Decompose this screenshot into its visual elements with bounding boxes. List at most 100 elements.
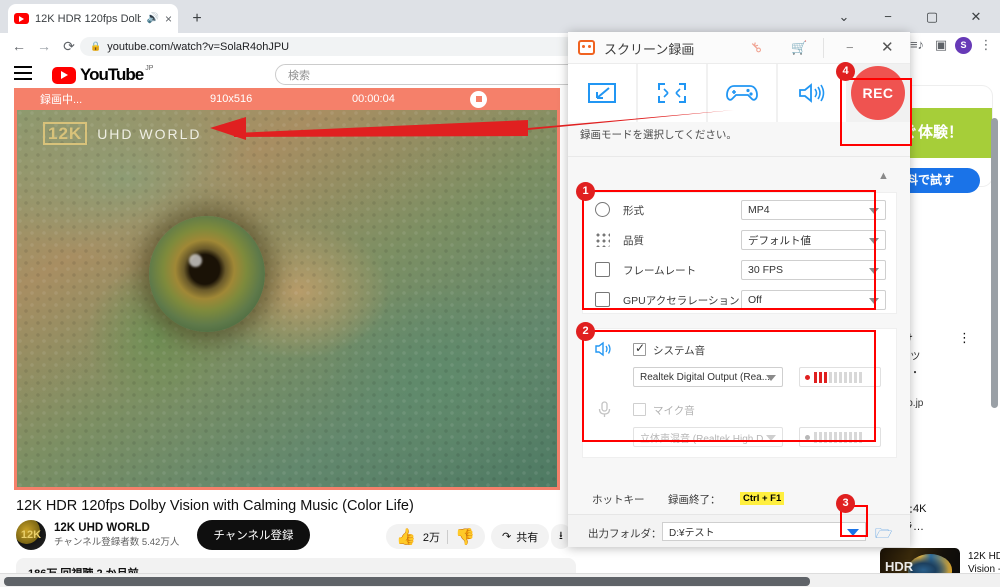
app-icon [578,40,595,55]
recorder-title: スクリーン録画 [604,42,695,57]
guide-menu-icon[interactable] [14,66,32,80]
key-icon[interactable]: ⚷ [746,38,765,57]
thumbs-down-icon[interactable]: 👎 [455,527,475,547]
framerate-value: 30 FPS [748,264,784,276]
fullscreen-record-mode-button[interactable] [638,64,706,122]
page-title: 12K HDR 120fps Dolby Vision with Calming… [16,498,414,514]
framerate-icon [595,262,610,277]
system-audio-device-select[interactable]: Realtek Digital Output (Rea... [633,367,783,387]
audio-settings-card: システム音 Realtek Digital Output (Rea... マイク… [582,328,897,458]
channel-name[interactable]: 12K UHD WORLD [54,522,179,534]
output-folder-label: 出力フォルダ： [588,528,662,540]
download-icon: ⭳ [559,530,563,542]
tab-search-button[interactable]: ⌄ [822,0,866,33]
level-bars [814,371,862,383]
window-maximize-button[interactable]: ▢ [910,0,954,33]
chevron-down-icon [869,238,879,244]
hotkey-label: ホットキー [592,494,645,506]
quality-value: デフォルト値 [748,234,811,247]
record-dot-icon [805,374,810,380]
window-minimize-button[interactable]: − [866,0,910,33]
recording-status-bar: 録画中... 910x516 00:00:04 [14,88,560,110]
gpu-value: Off [748,294,762,306]
level-bars [814,431,862,443]
avatar[interactable]: 12K [16,520,46,550]
chevron-down-icon [869,268,879,274]
rail-kebab-icon[interactable]: ⋮ [958,330,971,346]
setting-label: GPUアクセラレーション [623,294,740,307]
output-folder-input[interactable]: D:¥テスト [662,522,866,541]
window-controls: ⌄ − ▢ ✕ [822,0,998,33]
window-close-button[interactable]: ✕ [954,0,998,33]
gpu-select[interactable]: Off [741,290,886,310]
divider [823,38,824,58]
chevron-up-icon[interactable]: ▲ [878,170,889,182]
channel-meta: 12K UHD WORLD チャンネル登録者数 5.42万人 [54,522,179,548]
record-dot-icon [805,434,810,440]
page-horizontal-scrollbar[interactable] [0,573,1000,587]
game-record-mode-button[interactable] [708,64,776,122]
tab-close-icon[interactable]: × [165,13,172,25]
quality-select[interactable]: デフォルト値 [741,230,886,250]
chevron-down-icon [766,435,776,441]
recording-settings-card: 形式 MP4 品質 デフォルト値 フレームレート 30 FPS GPUアクセラレ… [582,192,897,314]
rec-button-wrap[interactable]: REC [851,66,905,120]
rec-button[interactable]: REC [851,66,905,120]
watermark-badge: 12K [43,122,88,145]
like-dislike-group[interactable]: 👍 2万 👎 [386,524,485,549]
chevron-down-icon [869,208,879,214]
search-input[interactable]: 検索 [275,64,605,85]
region-record-mode-button[interactable] [568,64,636,122]
share-button[interactable]: ↷ 共有 [491,524,550,549]
chevron-down-icon [766,375,776,381]
output-folder-dropdown-icon[interactable] [847,529,859,536]
back-button[interactable]: ← [8,35,30,57]
cart-icon[interactable]: 🛒 [791,40,807,56]
step-badge-3: 3 [836,494,855,513]
side-panel-icon[interactable]: ▣ [931,35,951,55]
setting-row-gpu: GPUアクセラレーション Off [583,285,898,315]
mic-audio-device-select[interactable]: 立体声混音 (Realtek High D... [633,427,783,447]
speaker-icon [799,83,825,103]
channel-subscribers: チャンネル登録者数 5.42万人 [54,537,180,548]
output-folder-value: D:¥テスト [669,528,715,539]
subscribe-button[interactable]: チャンネル登録 [197,520,310,550]
browser-tab[interactable]: 12K HDR 120fps Dolby Visio 🔊 × [8,4,178,33]
setting-label: 形式 [623,204,644,217]
new-tab-button[interactable]: + [186,8,208,30]
mic-audio-label: マイク音 [653,405,695,417]
format-select[interactable]: MP4 [741,200,886,220]
thumbs-up-icon[interactable]: 👍 [396,527,416,547]
recorder-close-button[interactable]: ✕ [881,38,894,56]
address-bar-url: youtube.com/watch?v=SolaR4ohJPU [107,40,290,53]
stop-recording-button[interactable] [470,90,487,108]
folder-icon[interactable]: 🗁 [875,523,892,547]
mic-audio-device-value: 立体声混音 (Realtek High D... [640,433,772,445]
media-control-icon[interactable]: ≡♪ [907,35,927,55]
share-icon: ↷ [502,531,512,543]
tab-audio-icon[interactable]: 🔊 [147,13,159,24]
forward-button[interactable]: → [33,35,55,57]
search-placeholder: 検索 [288,69,310,82]
gamepad-icon [726,85,758,101]
reload-button[interactable]: ⟳ [58,35,80,57]
browser-menu-icon[interactable]: ⋮ [976,35,996,55]
youtube-logo[interactable]: YouTube JP [52,65,153,85]
mic-audio-checkbox[interactable] [633,403,646,416]
chameleon-eye [149,216,265,332]
watermark-text: UHD WORLD [97,125,202,142]
step-badge-4: 4 [836,62,855,81]
recording-resolution: 910x516 [210,93,253,105]
youtube-country-code: JP [145,65,154,72]
screenshot-root: 12K HDR 120fps Dolby Visio 🔊 × + ⌄ − ▢ ✕… [0,0,1000,587]
video-player[interactable]: 12K UHD WORLD [14,110,560,490]
scrollbar-thumb[interactable] [4,577,810,586]
system-audio-checkbox[interactable] [633,341,646,356]
youtube-play-icon [52,66,76,84]
profile-avatar[interactable]: S [955,36,972,54]
chameleon-scales [17,110,557,487]
setting-row-framerate: フレームレート 30 FPS [583,255,898,285]
page-vertical-scrollbar[interactable] [991,118,998,408]
recorder-minimize-button[interactable]: − [846,40,854,55]
framerate-select[interactable]: 30 FPS [741,260,886,280]
